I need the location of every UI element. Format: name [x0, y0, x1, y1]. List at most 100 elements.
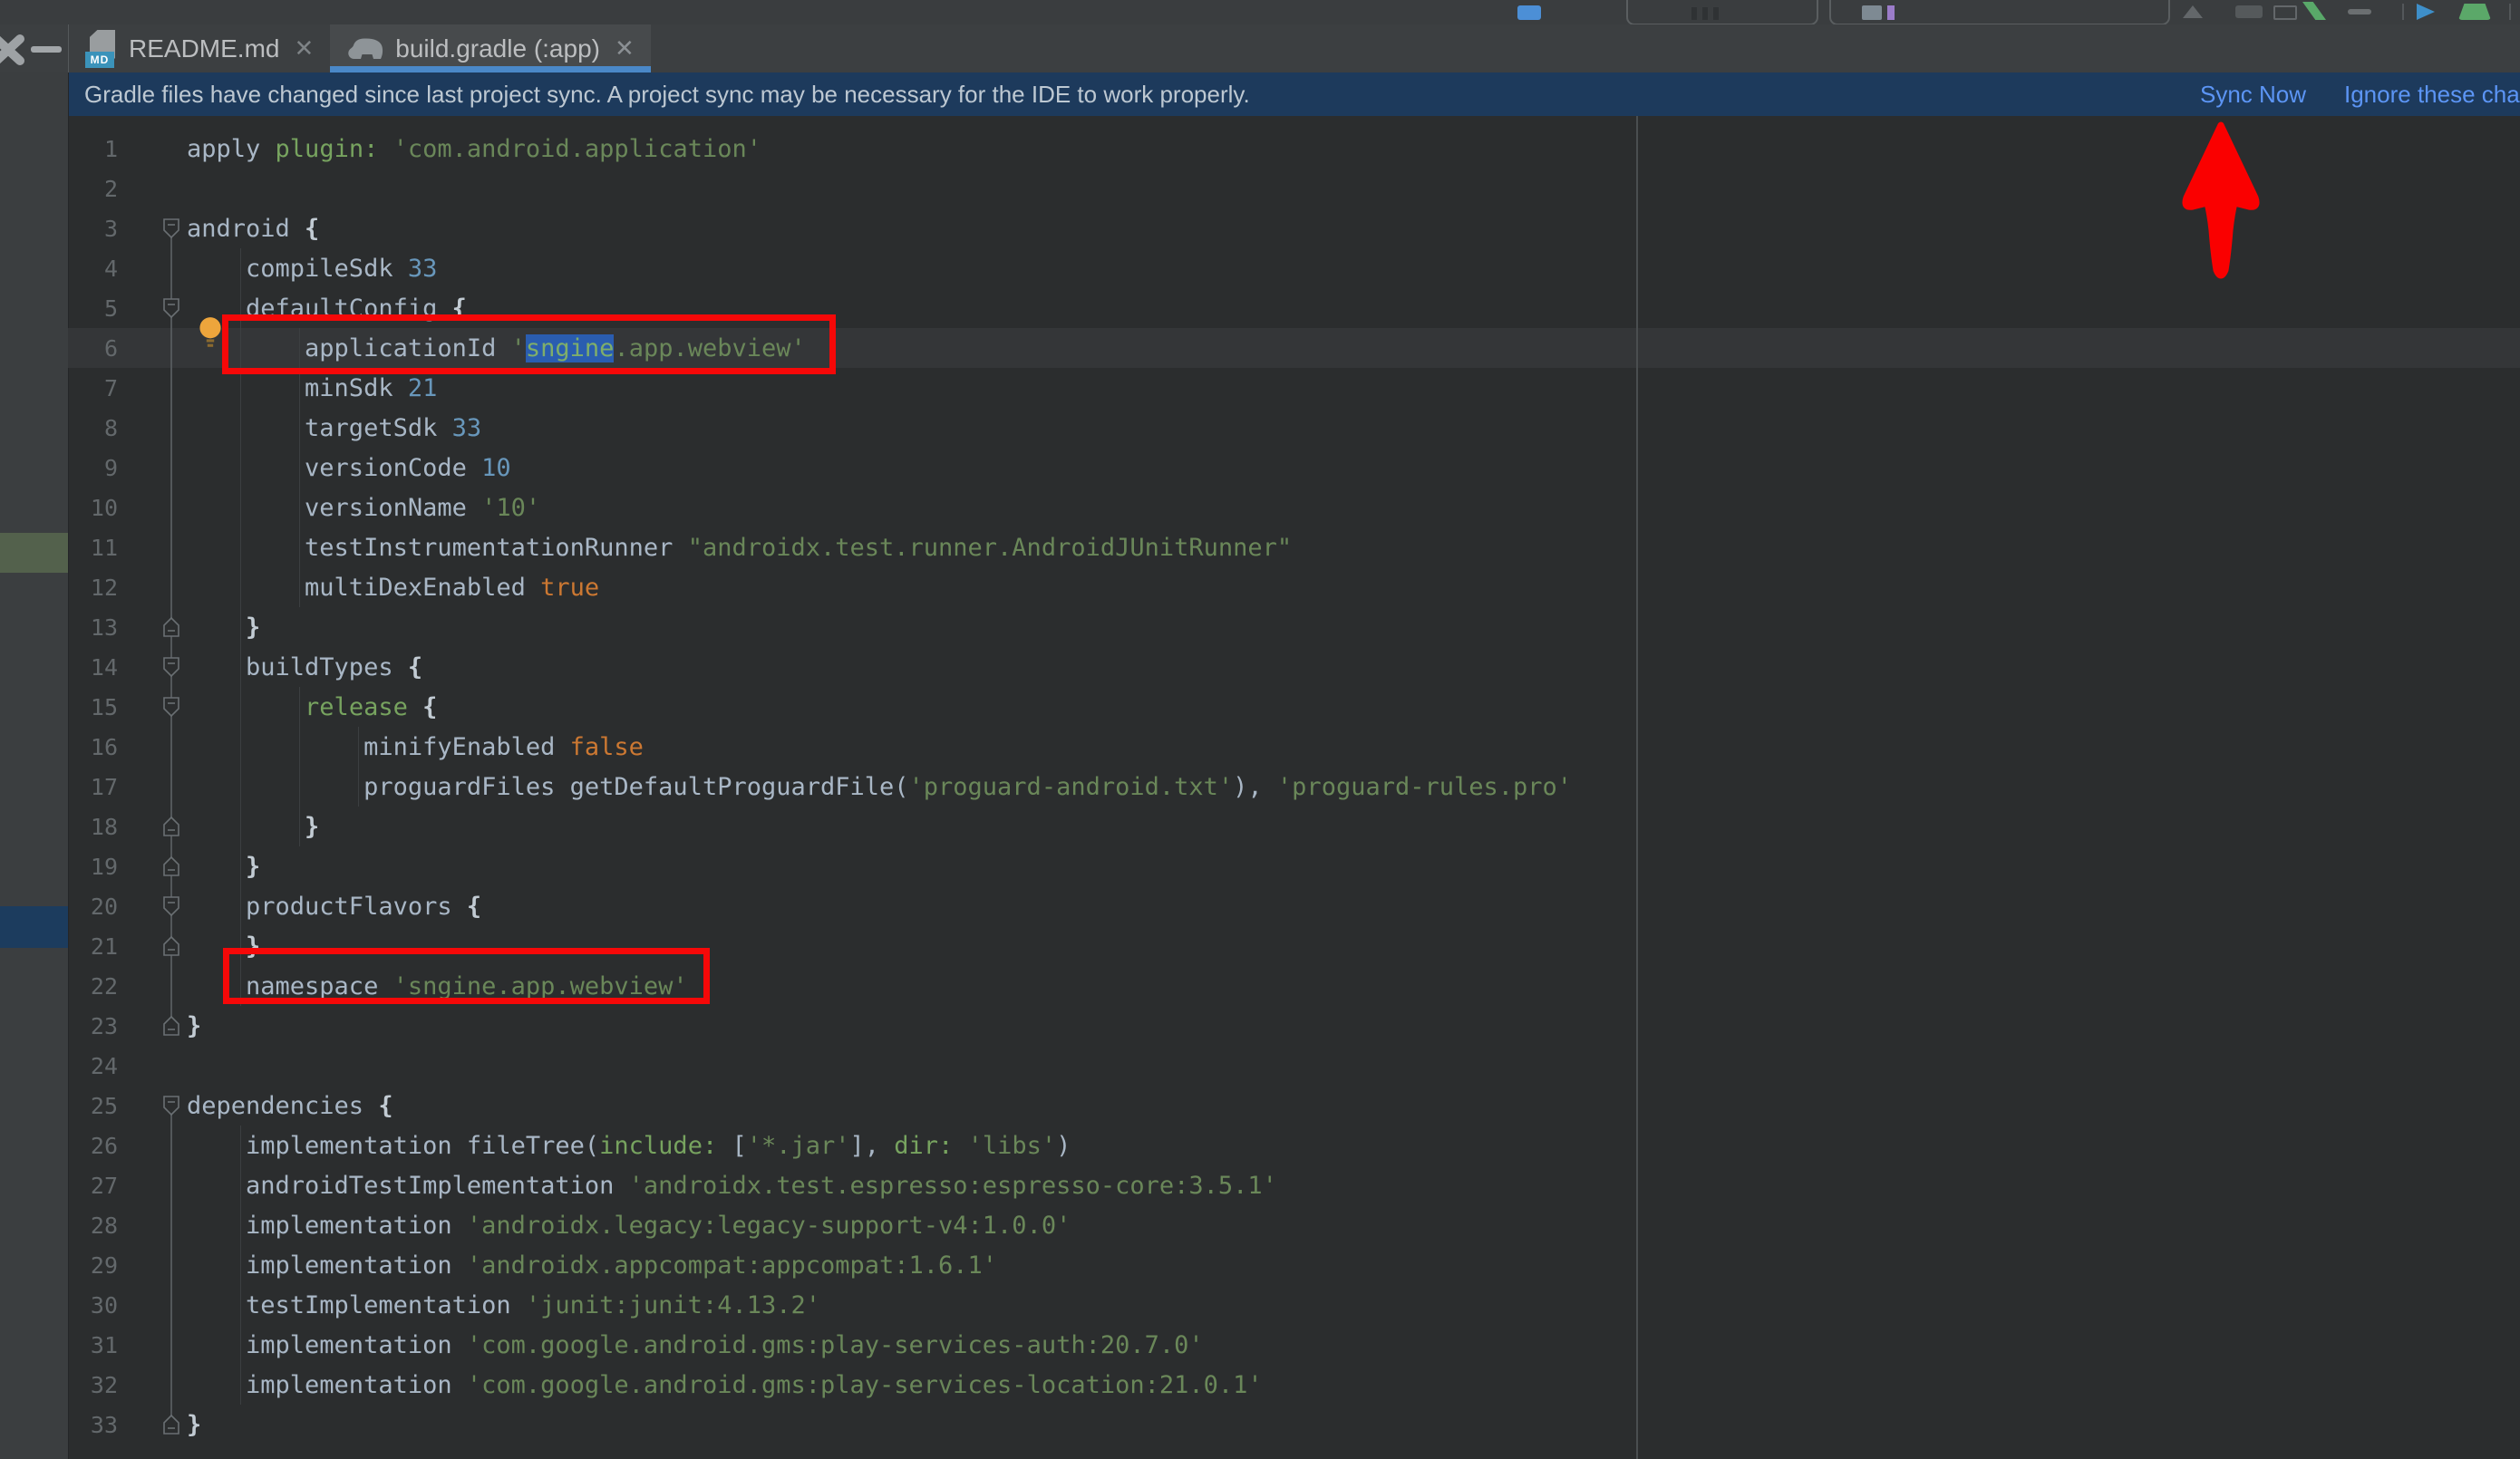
gear-icon[interactable]	[0, 34, 25, 66]
line-number[interactable]: 15	[68, 694, 118, 720]
line-number[interactable]: 2	[68, 176, 118, 202]
build-icon[interactable]	[2183, 5, 2203, 18]
code-line: 32 implementation 'com.google.android.gm…	[68, 1365, 2520, 1405]
code-text[interactable]: apply plugin: 'com.android.application'	[184, 135, 761, 163]
fold-end-icon[interactable]	[159, 615, 184, 639]
line-number[interactable]: 25	[68, 1093, 118, 1119]
line-number[interactable]: 14	[68, 654, 118, 681]
phone-icon	[1862, 5, 1882, 20]
code-text[interactable]: minSdk 21	[184, 374, 437, 402]
line-number[interactable]: 18	[68, 814, 118, 840]
tab-readme[interactable]: MD README.md ✕	[69, 24, 330, 72]
line-number[interactable]: 26	[68, 1133, 118, 1159]
code-text[interactable]: compileSdk 33	[184, 255, 437, 283]
fold-expanded-icon[interactable]	[159, 217, 184, 240]
line-number[interactable]: 5	[68, 295, 118, 322]
code-text[interactable]: }	[184, 853, 260, 881]
run-config-dropdown[interactable]	[1626, 0, 1818, 25]
hide-panel-icon[interactable]	[31, 46, 62, 53]
code-text[interactable]: targetSdk 33	[184, 414, 481, 442]
line-number[interactable]: 10	[68, 495, 118, 521]
code-text[interactable]: android {	[184, 215, 319, 243]
line-number[interactable]: 23	[68, 1013, 118, 1039]
line-number[interactable]: 32	[68, 1372, 118, 1398]
close-tab-icon[interactable]: ✕	[294, 34, 314, 63]
code-text[interactable]: implementation 'com.google.android.gms:p…	[184, 1331, 1204, 1359]
code-text[interactable]: dependencies {	[184, 1092, 393, 1120]
code-text[interactable]: }	[184, 1012, 201, 1040]
code-line: 11 testInstrumentationRunner "androidx.t…	[68, 527, 2520, 567]
fold-end-icon[interactable]	[159, 1413, 184, 1436]
line-number[interactable]: 30	[68, 1292, 118, 1319]
line-number[interactable]: 31	[68, 1332, 118, 1358]
code-text[interactable]: multiDexEnabled true	[184, 574, 599, 602]
line-number[interactable]: 9	[68, 455, 118, 481]
code-text[interactable]: }	[184, 614, 260, 642]
fold-expanded-icon[interactable]	[159, 695, 184, 719]
minimize-icon[interactable]	[2348, 9, 2371, 14]
line-number[interactable]: 3	[68, 216, 118, 242]
line-number[interactable]: 33	[68, 1412, 118, 1438]
banner-message: Gradle files have changed since last pro…	[84, 72, 1250, 116]
line-number[interactable]: 6	[68, 335, 118, 362]
code-text[interactable]: implementation 'androidx.appcompat:appco…	[184, 1251, 997, 1280]
line-number[interactable]: 8	[68, 415, 118, 441]
run-icon[interactable]	[2417, 4, 2435, 20]
code-text[interactable]: testInstrumentationRunner "androidx.test…	[184, 534, 1292, 562]
fold-end-icon[interactable]	[159, 855, 184, 878]
code-text[interactable]: proguardFiles getDefaultProguardFile('pr…	[184, 773, 1572, 801]
ignore-changes-link[interactable]: Ignore these cha	[2344, 72, 2520, 116]
fold-expanded-icon[interactable]	[159, 655, 184, 679]
line-number[interactable]: 16	[68, 734, 118, 760]
code-line: 14 buildTypes {	[68, 647, 2520, 687]
line-number[interactable]: 1	[68, 136, 118, 162]
line-number[interactable]: 7	[68, 375, 118, 401]
sync-now-link[interactable]: Sync Now	[2200, 72, 2306, 116]
code-text[interactable]: versionCode 10	[184, 454, 511, 482]
device-icon[interactable]	[1517, 5, 1541, 20]
fold-expanded-icon[interactable]	[159, 894, 184, 918]
code-line: 26 implementation fileTree(include: ['*.…	[68, 1126, 2520, 1165]
line-number[interactable]: 19	[68, 854, 118, 880]
annotation-arrow-up	[2174, 120, 2268, 286]
fold-end-icon[interactable]	[159, 934, 184, 958]
code-text[interactable]: implementation 'com.google.android.gms:p…	[184, 1371, 1263, 1399]
code-text[interactable]: implementation 'androidx.legacy:legacy-s…	[184, 1212, 1071, 1240]
line-number[interactable]: 12	[68, 575, 118, 601]
fold-expanded-icon[interactable]	[159, 296, 184, 320]
code-text[interactable]: }	[184, 1411, 201, 1439]
code-text[interactable]: testImplementation 'junit:junit:4.13.2'	[184, 1291, 820, 1319]
device-manager-icon[interactable]	[2273, 5, 2297, 20]
sync-project-icon[interactable]	[2302, 2, 2326, 20]
fold-end-icon[interactable]	[159, 1014, 184, 1038]
code-text[interactable]: implementation fileTree(include: ['*.jar…	[184, 1132, 1071, 1160]
rail-marker-blue	[0, 906, 68, 948]
line-number[interactable]: 4	[68, 256, 118, 282]
line-number[interactable]: 22	[68, 973, 118, 1000]
code-text[interactable]: androidTestImplementation 'androidx.test…	[184, 1172, 1277, 1200]
code-text[interactable]: release {	[184, 693, 437, 721]
line-number[interactable]: 27	[68, 1173, 118, 1199]
close-tab-icon[interactable]: ✕	[615, 34, 635, 63]
line-number[interactable]: 17	[68, 774, 118, 800]
line-number[interactable]: 13	[68, 614, 118, 641]
tab-build-gradle[interactable]: build.gradle (:app) ✕	[330, 24, 651, 72]
line-number[interactable]: 20	[68, 894, 118, 920]
code-text[interactable]: minifyEnabled false	[184, 733, 644, 761]
line-number[interactable]: 29	[68, 1252, 118, 1279]
code-text[interactable]: buildTypes {	[184, 653, 422, 681]
code-line: 33 }	[68, 1405, 2520, 1445]
line-number[interactable]: 11	[68, 535, 118, 561]
line-number[interactable]: 21	[68, 933, 118, 960]
indent-guide	[358, 727, 359, 807]
profiler-icon[interactable]	[2235, 5, 2263, 18]
apply-changes-icon[interactable]	[2458, 4, 2491, 20]
target-device-dropdown[interactable]	[1829, 0, 2170, 25]
code-line: 23 }	[68, 1006, 2520, 1046]
line-number[interactable]: 24	[68, 1053, 118, 1079]
code-text[interactable]: productFlavors {	[184, 893, 481, 921]
code-text[interactable]: versionName '10'	[184, 494, 540, 522]
fold-expanded-icon[interactable]	[159, 1094, 184, 1117]
fold-end-icon[interactable]	[159, 815, 184, 838]
line-number[interactable]: 28	[68, 1213, 118, 1239]
